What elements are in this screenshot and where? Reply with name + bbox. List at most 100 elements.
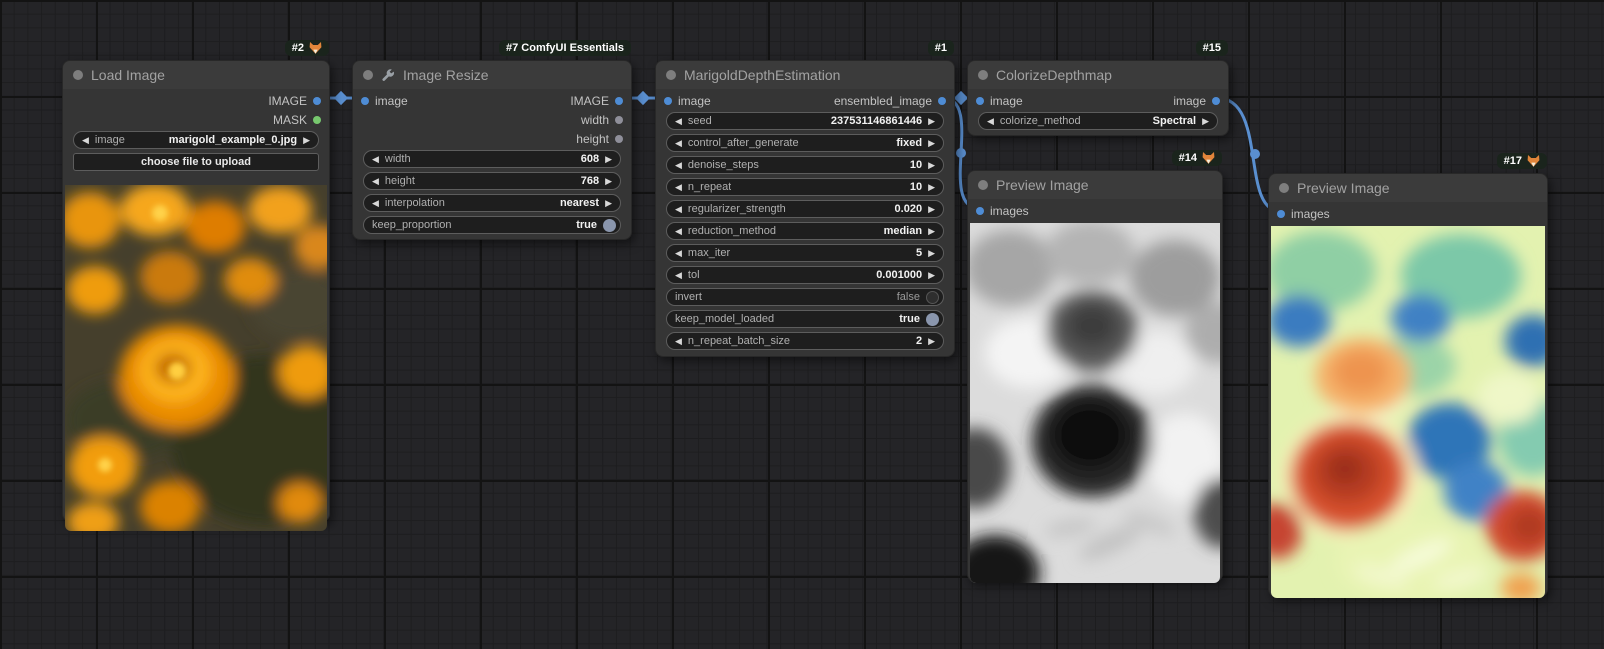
input-slot-image[interactable] — [976, 97, 984, 105]
output-slot-width[interactable] — [615, 116, 623, 124]
collapse-dot[interactable] — [363, 70, 373, 80]
node-title-bar[interactable]: Preview Image — [1269, 174, 1547, 202]
decrement-arrow[interactable]: ◀ — [675, 183, 682, 192]
node-load-image[interactable]: #2 Load Image IMAGE MASK — [62, 60, 330, 522]
increment-arrow[interactable]: ▶ — [928, 205, 935, 214]
max-iter-widget[interactable]: ◀ max_iter 5 ▶ — [666, 244, 944, 262]
node-marigold-depth-estimation[interactable]: #1 MarigoldDepthEstimation image ensembl… — [655, 60, 955, 357]
node-graph-canvas[interactable]: #2 Load Image IMAGE MASK — [0, 0, 1604, 649]
image-combo-widget[interactable]: ◀ image marigold_example_0.jpg ▶ — [73, 131, 319, 149]
collapse-dot[interactable] — [1279, 183, 1289, 193]
widget-name: image — [95, 134, 125, 146]
combo-right-arrow[interactable]: ▶ — [303, 136, 310, 145]
node-title: Image Resize — [403, 67, 489, 83]
output-label-image: IMAGE — [570, 94, 609, 108]
decrement-arrow[interactable]: ◀ — [675, 161, 682, 170]
output-slot-ensembled-image[interactable] — [938, 97, 946, 105]
decrement-arrow[interactable]: ◀ — [675, 249, 682, 258]
increment-arrow[interactable]: ▶ — [605, 155, 612, 164]
output-slot-image[interactable] — [313, 97, 321, 105]
node-badge: #14 — [1172, 150, 1222, 166]
input-slot-images[interactable] — [976, 207, 984, 215]
toggle-indicator[interactable] — [926, 313, 939, 326]
combo-right-arrow[interactable]: ▶ — [1202, 117, 1209, 126]
node-title-bar[interactable]: Load Image — [63, 61, 329, 89]
combo-left-arrow[interactable]: ◀ — [987, 117, 994, 126]
wrench-icon — [381, 68, 395, 82]
decrement-arrow[interactable]: ◀ — [372, 177, 379, 186]
decrement-arrow[interactable]: ◀ — [675, 205, 682, 214]
increment-arrow[interactable]: ▶ — [605, 177, 612, 186]
combo-right-arrow[interactable]: ▶ — [928, 139, 935, 148]
combo-right-arrow[interactable]: ▶ — [605, 199, 612, 208]
output-label-image: image — [1173, 94, 1206, 108]
tol-widget[interactable]: ◀ tol 0.001000 ▶ — [666, 266, 944, 284]
link-midpoint-diamond — [954, 91, 968, 105]
height-widget[interactable]: ◀ height 768 ▶ — [363, 172, 621, 190]
output-slot-image[interactable] — [1212, 97, 1220, 105]
node-badge: #17 — [1497, 153, 1547, 169]
node-image-resize[interactable]: #7 ComfyUI Essentials Image Resize image… — [352, 60, 632, 240]
combo-left-arrow[interactable]: ◀ — [82, 136, 89, 145]
increment-arrow[interactable]: ▶ — [928, 271, 935, 280]
input-slot-images[interactable] — [1277, 210, 1285, 218]
link-midpoint-diamond — [334, 91, 348, 105]
control-after-generate-widget[interactable]: ◀ control_after_generate fixed ▶ — [666, 134, 944, 152]
fox-icon — [309, 42, 322, 54]
keep-model-loaded-toggle[interactable]: keep_model_loaded true — [666, 310, 944, 328]
node-badge: #1 — [928, 40, 954, 56]
reduction-method-widget[interactable]: ◀ reduction_method median ▶ — [666, 222, 944, 240]
node-badge: #15 — [1196, 40, 1228, 56]
increment-arrow[interactable]: ▶ — [928, 183, 935, 192]
output-slot-image[interactable] — [615, 97, 623, 105]
link-midpoint-dot — [1250, 149, 1260, 159]
collapse-dot[interactable] — [666, 70, 676, 80]
invert-toggle[interactable]: invert false — [666, 288, 944, 306]
node-title-bar[interactable]: ColorizeDepthmap — [968, 61, 1228, 89]
toggle-indicator[interactable] — [926, 291, 939, 304]
output-slot-mask[interactable] — [313, 116, 321, 124]
combo-left-arrow[interactable]: ◀ — [675, 227, 682, 236]
combo-right-arrow[interactable]: ▶ — [928, 227, 935, 236]
decrement-arrow[interactable]: ◀ — [675, 337, 682, 346]
output-label-height: height — [576, 132, 609, 146]
interpolation-widget[interactable]: ◀ interpolation nearest ▶ — [363, 194, 621, 212]
increment-arrow[interactable]: ▶ — [928, 337, 935, 346]
collapse-dot[interactable] — [978, 70, 988, 80]
output-slot-height[interactable] — [615, 135, 623, 143]
combo-left-arrow[interactable]: ◀ — [675, 139, 682, 148]
node-badge: #2 — [285, 40, 329, 56]
width-widget[interactable]: ◀ width 608 ▶ — [363, 150, 621, 168]
seed-widget[interactable]: ◀ seed 237531146861446 ▶ — [666, 112, 944, 130]
input-slot-image[interactable] — [361, 97, 369, 105]
decrement-arrow[interactable]: ◀ — [675, 271, 682, 280]
node-title-bar[interactable]: Preview Image — [968, 171, 1222, 199]
colorize-method-widget[interactable]: ◀ colorize_method Spectral ▶ — [978, 112, 1218, 130]
link-midpoint-dot — [956, 148, 966, 158]
keep-proportion-toggle[interactable]: keep_proportion true — [363, 216, 621, 234]
regularizer-strength-widget[interactable]: ◀ regularizer_strength 0.020 ▶ — [666, 200, 944, 218]
toggle-indicator[interactable] — [603, 219, 616, 232]
node-preview-image-depth[interactable]: #14 Preview Image images — [967, 170, 1223, 582]
decrement-arrow[interactable]: ◀ — [372, 155, 379, 164]
input-label-image: image — [375, 94, 408, 108]
choose-file-button[interactable]: choose file to upload — [73, 153, 319, 171]
increment-arrow[interactable]: ▶ — [928, 249, 935, 258]
node-title: Preview Image — [1297, 180, 1390, 196]
output-label-width: width — [581, 113, 609, 127]
denoise-steps-widget[interactable]: ◀ denoise_steps 10 ▶ — [666, 156, 944, 174]
increment-arrow[interactable]: ▶ — [928, 117, 935, 126]
n-repeat-batch-size-widget[interactable]: ◀ n_repeat_batch_size 2 ▶ — [666, 332, 944, 350]
node-title-bar[interactable]: MarigoldDepthEstimation — [656, 61, 954, 89]
collapse-dot[interactable] — [978, 180, 988, 190]
node-colorize-depthmap[interactable]: #15 ColorizeDepthmap image image ◀ color… — [967, 60, 1229, 136]
combo-left-arrow[interactable]: ◀ — [372, 199, 379, 208]
n-repeat-widget[interactable]: ◀ n_repeat 10 ▶ — [666, 178, 944, 196]
decrement-arrow[interactable]: ◀ — [675, 117, 682, 126]
increment-arrow[interactable]: ▶ — [928, 161, 935, 170]
node-preview-image-spectral[interactable]: #17 Preview Image images — [1268, 173, 1548, 597]
node-title-bar[interactable]: Image Resize — [353, 61, 631, 89]
collapse-dot[interactable] — [73, 70, 83, 80]
input-slot-image[interactable] — [664, 97, 672, 105]
input-label-images: images — [1291, 207, 1330, 221]
